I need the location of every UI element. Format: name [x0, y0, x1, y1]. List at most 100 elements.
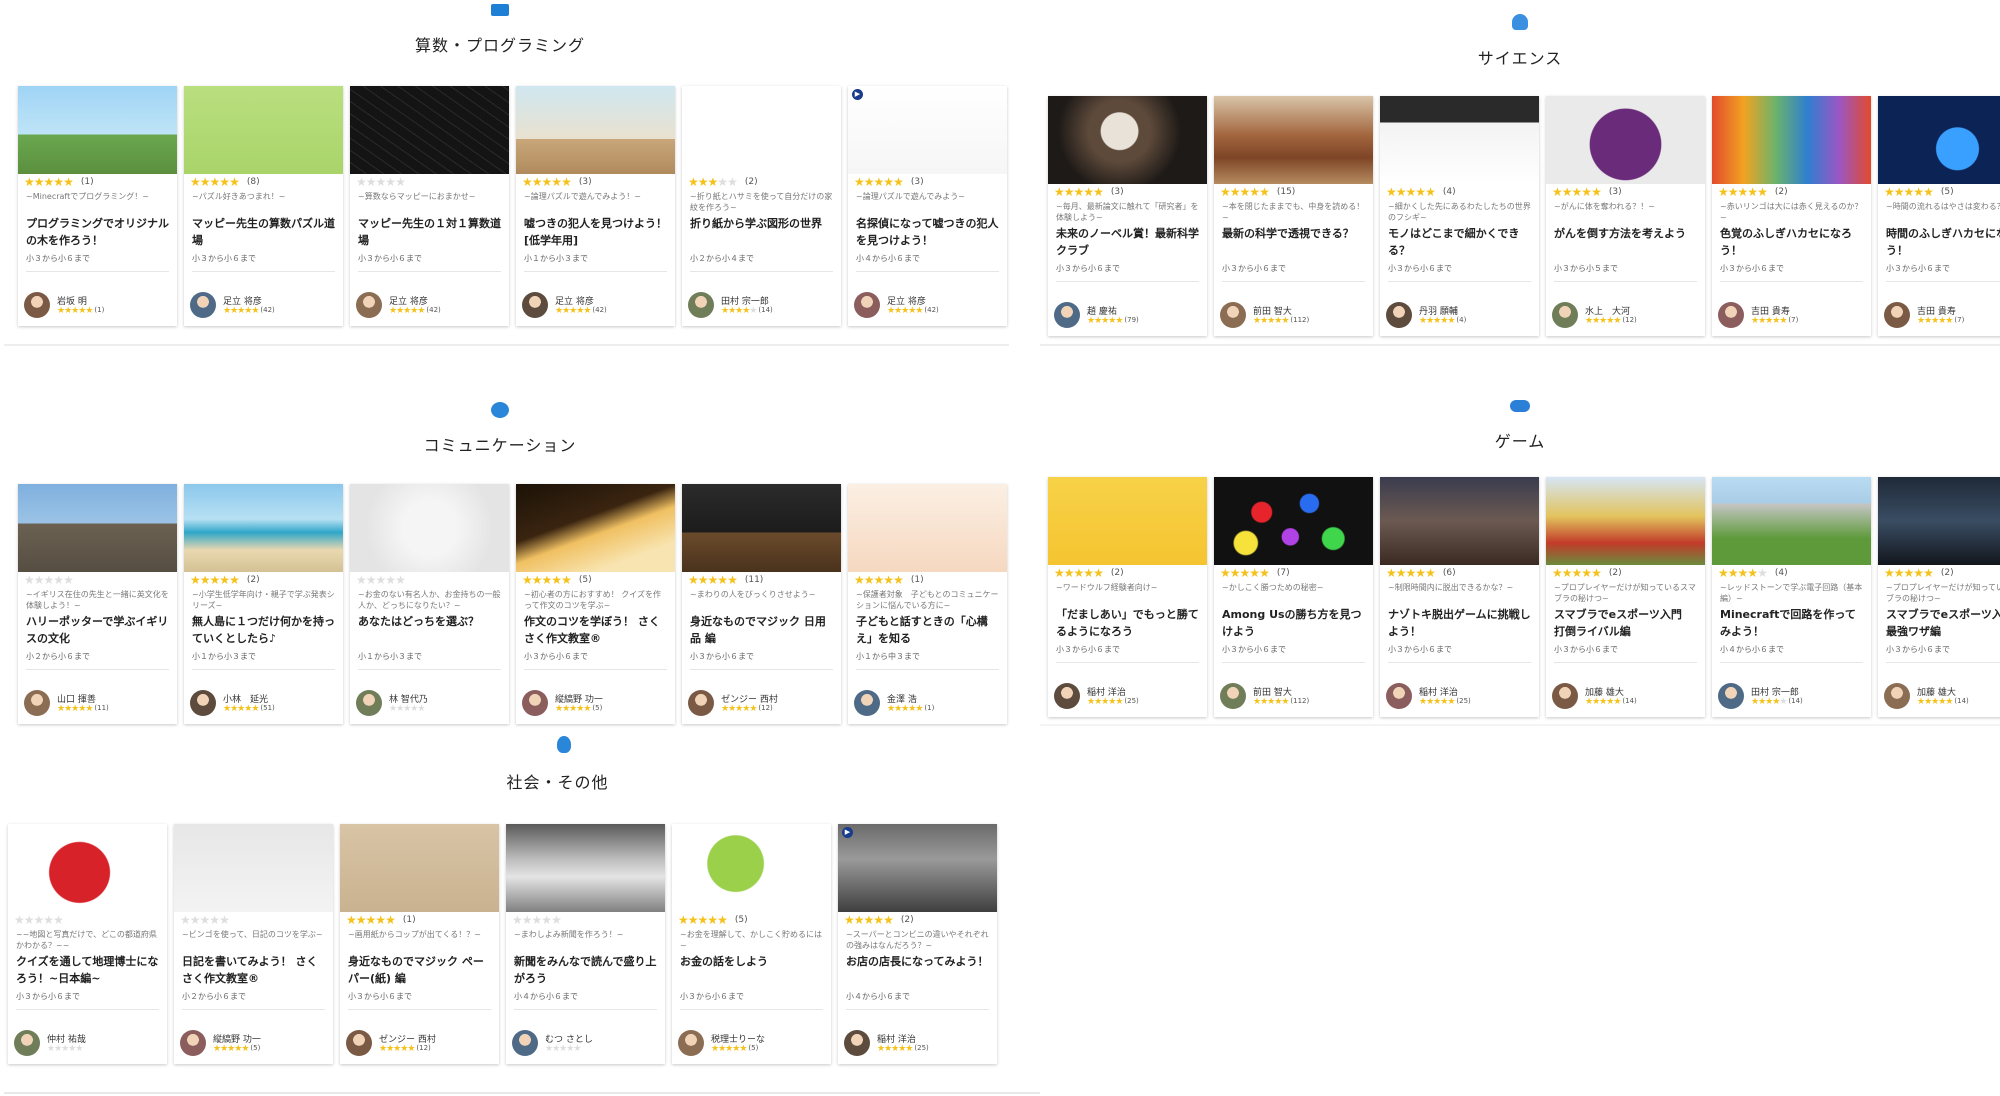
- course-title[interactable]: 名探偵になって嘘つきの犯人を見つけよう！: [848, 213, 1007, 251]
- course-title[interactable]: 新聞をみんなで読んで盛り上がろう: [506, 951, 665, 989]
- course-card[interactable]: ★★★★★ (3) ~毎月、最新論文に触れて「研究者」を体験しよう~ 未来のノーベル賞…: [1048, 96, 1207, 336]
- avatar[interactable]: [854, 690, 880, 716]
- teacher-info[interactable]: ゼンジー 西村 ★★★★★ (12): [346, 1030, 495, 1060]
- avatar[interactable]: [1718, 683, 1744, 709]
- teacher-info[interactable]: 水上 大河 ★★★★★ (12): [1552, 302, 1701, 332]
- course-thumbnail[interactable]: [1214, 96, 1373, 184]
- avatar[interactable]: [1054, 683, 1080, 709]
- course-title[interactable]: プログラミングでオリジナルの木を作ろう！: [18, 213, 177, 251]
- avatar[interactable]: [24, 292, 50, 318]
- course-title[interactable]: マッピー先生の１対１算数道場: [350, 213, 509, 251]
- avatar[interactable]: [1220, 302, 1246, 328]
- course-title[interactable]: 時間のふしぎハカセになろう！: [1878, 223, 2000, 261]
- course-thumbnail[interactable]: [516, 86, 675, 174]
- course-card[interactable]: ★★★★★(2) ~プロプレイヤーだけが知っているスマブラの秘けつ~スマブラでeス…: [1878, 477, 2000, 717]
- course-card[interactable]: ★★★★★ (8) ~パズル好きあつまれ！~ マッピー先生の算数パズル道場 小３から小６…: [184, 86, 343, 326]
- course-title[interactable]: クイズを通して地理博士になろう！~日本編~: [8, 951, 167, 989]
- avatar[interactable]: [1386, 683, 1412, 709]
- teacher-info[interactable]: 金澤 浩 ★★★★★ (1): [854, 690, 1003, 720]
- course-thumbnail[interactable]: [1546, 96, 1705, 184]
- course-card[interactable]: ★★★★★ ~イギリス在住の先生と一緒に英文化を体験しよう！~ ハリーポッターで学ぶ…: [18, 484, 177, 724]
- avatar[interactable]: [180, 1030, 206, 1056]
- teacher-info[interactable]: 岩坂 明 ★★★★★ (1): [24, 292, 173, 322]
- teacher-info[interactable]: 稲村 洋治 ★★★★★ (25): [1054, 683, 1203, 713]
- avatar[interactable]: [24, 690, 50, 716]
- avatar[interactable]: [1220, 683, 1246, 709]
- course-title[interactable]: 身近なものでマジック ペーパー(紙) 編: [340, 951, 499, 989]
- course-thumbnail[interactable]: [184, 86, 343, 174]
- teacher-info[interactable]: 縦縞野 功一 ★★★★★ (5): [522, 690, 671, 720]
- teacher-info[interactable]: 加藤 雄大 ★★★★★ (14): [1552, 683, 1701, 713]
- course-title[interactable]: 嘘つきの犯人を見つけよう！[低学年用]: [516, 213, 675, 251]
- course-card[interactable]: ★★★★★ ~算数ならマッピーにおまかせ~ マッピー先生の１対１算数道場 小３から小６…: [350, 86, 509, 326]
- course-title[interactable]: お店の店長になってみよう！: [838, 951, 997, 989]
- avatar[interactable]: [356, 690, 382, 716]
- teacher-info[interactable]: むつ さとし ★★★★★: [512, 1030, 661, 1060]
- course-thumbnail[interactable]: [672, 824, 831, 912]
- course-card[interactable]: ★★★★★ (2) ~折り紙とハサミを使って自分だけの家紋を作ろう~ 折り紙から学ぶ図…: [682, 86, 841, 326]
- teacher-info[interactable]: ゼンジー 西村 ★★★★★ (12): [688, 690, 837, 720]
- teacher-info[interactable]: 前田 智大 ★★★★★ (112): [1220, 302, 1369, 332]
- teacher-info[interactable]: 税理士りーな ★★★★★ (5): [678, 1030, 827, 1060]
- course-card[interactable]: ★★★★★ ~~地図と写真だけで、どこの都道府県かわかる？~~ クイズを通して地理博…: [8, 824, 167, 1064]
- avatar[interactable]: [1884, 302, 1910, 328]
- course-title[interactable]: 作文のコツを学ぼう！ さくさく作文教室®: [516, 611, 675, 649]
- course-title[interactable]: 無人島に１つだけ何かを持っていくとしたら♪: [184, 611, 343, 649]
- teacher-info[interactable]: 吉田 貴寿 ★★★★★ (7): [1718, 302, 1867, 332]
- course-card[interactable]: ★★★★★ (15) ~本を閉じたままでも、中身を読める！~ 最新の科学で透視できる？…: [1214, 96, 1373, 336]
- course-thumbnail[interactable]: [682, 86, 841, 174]
- avatar[interactable]: [1718, 302, 1744, 328]
- course-thumbnail[interactable]: [506, 824, 665, 912]
- avatar[interactable]: [688, 690, 714, 716]
- avatar[interactable]: [356, 292, 382, 318]
- course-thumbnail[interactable]: [18, 86, 177, 174]
- course-title[interactable]: 色覚のふしぎハカセになろう！: [1712, 223, 1871, 261]
- teacher-info[interactable]: 趙 慶祐 ★★★★★ (79): [1054, 302, 1203, 332]
- course-thumbnail[interactable]: [1048, 477, 1207, 565]
- course-thumbnail[interactable]: [1214, 477, 1373, 565]
- course-card[interactable]: ★★★★★ (5) ~初心者の方におすすめ！ クイズを作って作文のコツを学ぶ~ 作文の…: [516, 484, 675, 724]
- teacher-info[interactable]: 仲村 祐哉 ★★★★★: [14, 1030, 163, 1060]
- course-thumbnail[interactable]: [1546, 477, 1705, 565]
- course-title[interactable]: ナゾトキ脱出ゲームに挑戦しよう！: [1380, 604, 1539, 642]
- avatar[interactable]: [688, 292, 714, 318]
- play-icon[interactable]: ▶: [852, 89, 863, 100]
- avatar[interactable]: [1054, 302, 1080, 328]
- course-card[interactable]: ★★★★★(5) ~時間の流れるはやさは変わる？~ 時間のふしぎハカセになろう！ 小３…: [1878, 96, 2000, 336]
- course-thumbnail[interactable]: [1380, 96, 1539, 184]
- course-card[interactable]: ★★★★★ ~まわしよみ新聞を作ろう！~ 新聞をみんなで読んで盛り上がろう 小４から小…: [506, 824, 665, 1064]
- course-thumbnail[interactable]: [1380, 477, 1539, 565]
- teacher-info[interactable]: 山口 揮善 ★★★★★ (11): [24, 690, 173, 720]
- course-title[interactable]: 日記を書いてみよう！ さくさく作文教室®: [174, 951, 333, 989]
- avatar[interactable]: [844, 1030, 870, 1056]
- course-thumbnail[interactable]: [18, 484, 177, 572]
- course-thumbnail[interactable]: ▶: [848, 86, 1007, 174]
- course-card[interactable]: ★★★★★ (4) ~レッドストーンで学ぶ電子回路（基本編）~ Minecraftで回…: [1712, 477, 1871, 717]
- course-card[interactable]: ★★★★★ (3) ~論理パズルで遊んでみよう！~ 嘘つきの犯人を見つけよう！[低学年…: [516, 86, 675, 326]
- course-title[interactable]: 未来のノーベル賞！最新科学クラブ: [1048, 223, 1207, 261]
- course-card[interactable]: ★★★★★ (7) ~かしこく勝つための秘密~ Among Usの勝ち方を見つけよう小…: [1214, 477, 1373, 717]
- course-title[interactable]: Minecraftで回路を作ってみよう！: [1712, 604, 1871, 642]
- course-thumbnail[interactable]: [174, 824, 333, 912]
- teacher-info[interactable]: 林 智代乃 ★★★★★: [356, 690, 505, 720]
- course-thumbnail[interactable]: [8, 824, 167, 912]
- teacher-info[interactable]: 前田 智大 ★★★★★ (112): [1220, 683, 1369, 713]
- course-card[interactable]: ★★★★★ (1) ~Minecraftでプログラミング！~ プログラミングでオリジナ…: [18, 86, 177, 326]
- avatar[interactable]: [346, 1030, 372, 1056]
- course-title[interactable]: 「だましあい」でもっと勝てるようになろう: [1048, 604, 1207, 642]
- course-thumbnail[interactable]: [184, 484, 343, 572]
- teacher-info[interactable]: 足立 将彦 ★★★★★ (42): [356, 292, 505, 322]
- course-card[interactable]: ★★★★★ (3) ~がんに体を奪われる？！~ がんを倒す方法を考えよう 小３から小５ま…: [1546, 96, 1705, 336]
- course-thumbnail[interactable]: [1878, 96, 2000, 184]
- teacher-info[interactable]: 稲村 洋治 ★★★★★ (25): [844, 1030, 993, 1060]
- course-card[interactable]: ★★★★★ (4) ~細かくした先にあるわたしたちの世界のフシギ~ モノはどこまで細か…: [1380, 96, 1539, 336]
- course-thumbnail[interactable]: [1712, 477, 1871, 565]
- avatar[interactable]: [1552, 302, 1578, 328]
- course-card[interactable]: ★★★★★ (1) ~画用紙からコップが出てくる！？~ 身近なものでマジック ペーパー…: [340, 824, 499, 1064]
- course-thumbnail[interactable]: [350, 86, 509, 174]
- course-card[interactable]: ★★★★★ (2) ~赤いリンゴは大には赤く見えるのか？~ 色覚のふしぎハカセになろう…: [1712, 96, 1871, 336]
- course-title[interactable]: がんを倒す方法を考えよう: [1546, 223, 1705, 261]
- course-card[interactable]: ★★★★★ ~お金のない有名人か、お金持ちの一般人か、どっちになりたい？~ あなたは…: [350, 484, 509, 724]
- course-title[interactable]: Among Usの勝ち方を見つけよう: [1214, 604, 1373, 642]
- course-card[interactable]: ▶ ★★★★★ (2) ~スーパーとコンビニの違いやそれぞれの強みはなんだろう？~ お店…: [838, 824, 997, 1064]
